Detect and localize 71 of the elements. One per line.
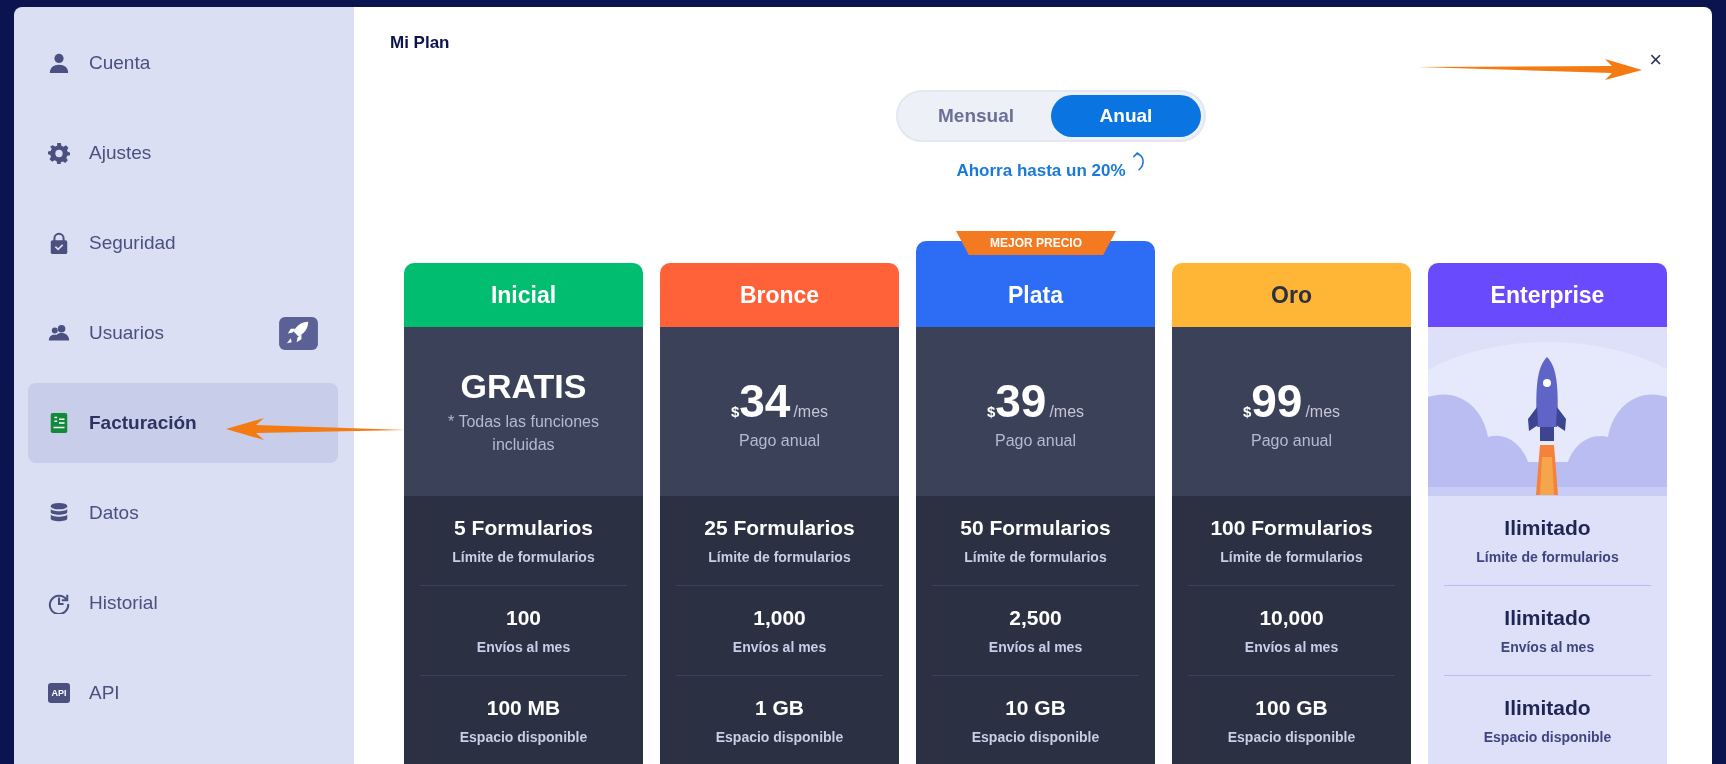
feature-value: 100 Formularios: [1210, 516, 1373, 540]
feature-value: 5 Formularios: [454, 516, 593, 540]
plan-header: Oro: [1172, 263, 1411, 327]
feature-label: Límite de formularios: [964, 549, 1107, 565]
feature-value: 100 GB: [1255, 696, 1328, 720]
feature-label: Envíos al mes: [732, 639, 827, 655]
feature-value: 100 MB: [486, 696, 561, 720]
feature-value: 2,500: [1009, 606, 1062, 630]
feature-label: Límite de formularios: [1476, 549, 1619, 565]
lock-icon: [48, 232, 70, 254]
sidebar-item[interactable]: Historial: [28, 563, 338, 643]
invoice-icon: [48, 412, 70, 434]
price-note: Pago anual: [994, 431, 1077, 450]
feature-label: Envíos al mes: [476, 639, 571, 655]
gear-icon: [48, 142, 70, 164]
feature-value: 100: [505, 606, 541, 630]
savings-note: Ahorra hasta un 20%: [956, 160, 1126, 181]
price-period: /mes: [1049, 402, 1085, 421]
feature-label: Límite de formularios: [1220, 549, 1363, 565]
feature-value: 50 Formularios: [960, 516, 1111, 540]
feature-value: Ilimitado: [1504, 516, 1591, 540]
price-period: /mes: [1305, 402, 1341, 421]
feature-label: Envíos al mes: [1244, 639, 1339, 655]
plan-price: GRATIS: [460, 367, 587, 406]
api-icon: API: [48, 683, 70, 703]
person-icon: [48, 52, 70, 74]
currency-symbol: $: [730, 402, 740, 420]
sidebar-item[interactable]: Usuarios: [28, 293, 338, 373]
feature-label: Espacio disponible: [971, 729, 1100, 745]
plan-price: 34: [739, 373, 791, 428]
feature-value: 10 GB: [1005, 696, 1066, 720]
feature-label: Espacio disponible: [715, 729, 844, 745]
feature-label: Envíos al mes: [988, 639, 1083, 655]
plan-price: 39: [995, 373, 1047, 428]
feature-label: Espacio disponible: [1483, 729, 1612, 745]
price-note: Pago anual: [738, 431, 821, 450]
history-icon: [48, 592, 70, 614]
feature-label: Límite de formularios: [452, 549, 595, 565]
plan-price: 99: [1251, 373, 1303, 428]
feature-value: 10,000: [1259, 606, 1324, 630]
sidebar-item[interactable]: Cuenta: [28, 23, 338, 103]
billing-option[interactable]: Mensual: [901, 95, 1051, 137]
price-note: * Todas las funciones incluidas: [447, 412, 600, 455]
page-title: Mi Plan: [390, 33, 450, 54]
billing-option[interactable]: Anual: [1051, 95, 1201, 137]
currency-symbol: $: [1242, 402, 1252, 420]
price-note: Pago anual: [1250, 431, 1333, 450]
sidebar-item[interactable]: API API: [28, 653, 338, 733]
feature-label: Envíos al mes: [1500, 639, 1595, 655]
sidebar-item[interactable]: Datos: [28, 473, 338, 553]
sidebar-item[interactable]: Facturación: [28, 383, 338, 463]
sidebar-item[interactable]: Seguridad: [28, 203, 338, 283]
feature-label: Espacio disponible: [1227, 729, 1356, 745]
feature-value: 1 GB: [755, 696, 804, 720]
best-price-ribbon: MEJOR PRECIO: [956, 231, 1116, 255]
feature-value: 25 Formularios: [704, 516, 855, 540]
currency-symbol: $: [986, 402, 996, 420]
plan-header: Bronce: [660, 263, 899, 327]
price-period: /mes: [793, 402, 829, 421]
feature-value: Ilimitado: [1504, 696, 1591, 720]
curved-arrow-icon: [1131, 149, 1146, 173]
feature-label: Espacio disponible: [459, 729, 588, 745]
feature-value: 1,000: [753, 606, 806, 630]
plan-header: Enterprise: [1428, 263, 1667, 327]
plan-header: Inicial: [404, 263, 643, 327]
close-button[interactable]: ×: [1643, 47, 1668, 73]
feature-value: Ilimitado: [1504, 606, 1591, 630]
database-icon: [48, 502, 70, 524]
users-icon: [48, 322, 70, 344]
sidebar-item[interactable]: Ajustes: [28, 113, 338, 193]
feature-label: Límite de formularios: [708, 549, 851, 565]
